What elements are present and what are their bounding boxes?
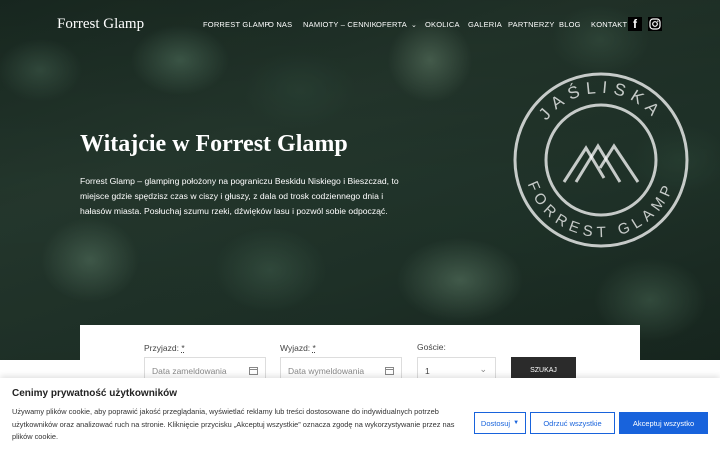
badge-bottom-text: FORREST GLAMP [524, 179, 678, 242]
checkout-label: Wyjazd: * [280, 343, 316, 353]
nav-kontakt[interactable]: KONTAKT [591, 20, 627, 29]
chevron-down-icon: ⌄ [479, 364, 487, 374]
instagram-glyph [649, 18, 661, 30]
nav-oferta-label: OFERTA [376, 20, 407, 29]
facebook-icon[interactable]: f [628, 17, 642, 31]
forrest-glamp-badge-logo: JAŚLISKA FORREST GLAMP [513, 72, 689, 248]
accept-all-button[interactable]: Akceptuj wszystko [619, 412, 708, 434]
mountain-icon [562, 143, 640, 183]
site-logo[interactable]: Forrest Glamp [57, 16, 144, 33]
cookie-banner: Cenimy prywatność użytkowników Używamy p… [0, 378, 720, 450]
hero-title: Witajcie w Forrest Glamp [80, 131, 348, 157]
cookie-title: Cenimy prywatność użytkowników [12, 388, 178, 399]
nav-namioty-cennik[interactable]: NAMIOTY – CENNIK [303, 20, 377, 29]
checkin-label: Przyjazd: * [144, 343, 185, 353]
instagram-icon[interactable] [648, 17, 662, 31]
checkout-placeholder: Data wymeldowania [288, 366, 365, 376]
guests-label: Goście: [417, 342, 446, 352]
customize-label: Dostosuj [480, 418, 511, 428]
nav-blog[interactable]: BLOG [559, 20, 581, 29]
nav-o-nas[interactable]: O NAS [268, 20, 292, 29]
chevron-down-icon: ⌄ [410, 22, 418, 29]
guests-value: 1 [425, 366, 430, 376]
caret-down-icon: ▼ [513, 420, 520, 426]
calendar-icon [385, 367, 394, 375]
calendar-icon [249, 367, 258, 375]
cookie-text: Używamy plików cookie, aby poprawić jako… [12, 407, 455, 441]
nav-oferta[interactable]: OFERTA ⌄ [376, 20, 417, 29]
nav-partnerzy[interactable]: PARTNERZY [508, 20, 555, 29]
nav-galeria[interactable]: GALERIA [468, 20, 502, 29]
customize-button[interactable]: Dostosuj ▼ [474, 412, 526, 434]
nav-okolica[interactable]: OKOLICA [425, 20, 460, 29]
checkin-placeholder: Data zameldowania [152, 366, 227, 376]
hero-description: Forrest Glamp – glamping położony na pog… [80, 176, 399, 216]
nav-forrest-glamp[interactable]: FORREST GLAMP [203, 20, 270, 29]
badge-top-text: JAŚLISKA [535, 78, 667, 124]
reject-all-button[interactable]: Odrzuć wszystkie [530, 412, 615, 434]
